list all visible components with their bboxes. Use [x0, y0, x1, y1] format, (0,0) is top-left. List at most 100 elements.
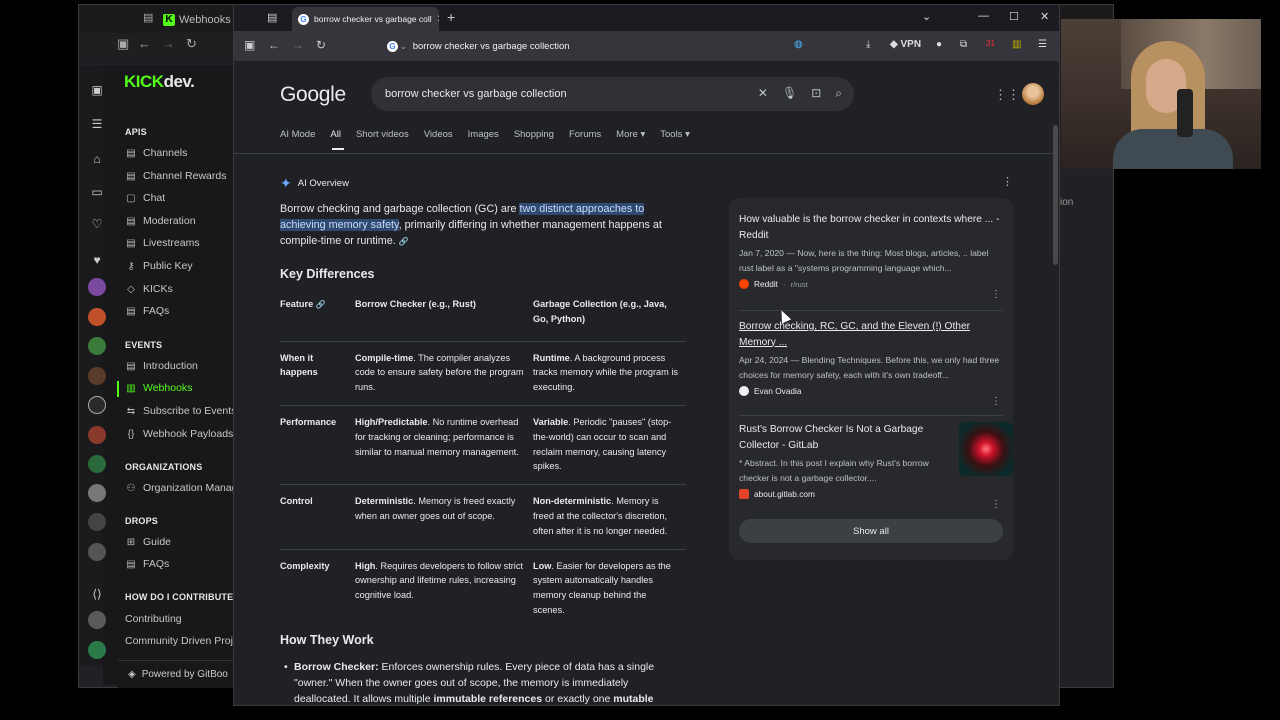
tab-close-icon[interactable]: ✕ [437, 14, 439, 25]
avatar[interactable] [88, 337, 106, 355]
sidebar-item-moderation[interactable]: ▤ Moderation [125, 215, 195, 227]
source-title[interactable]: Borrow checking, RC, GC, and the Eleven … [739, 319, 1005, 350]
translate-globe-icon[interactable]: ◍ [794, 39, 803, 50]
sidebar-item-livestreams[interactable]: ▤ Livestreams [125, 237, 199, 249]
address-bar[interactable]: G ⌄ borrow checker vs garbage collection [387, 36, 807, 56]
tabs-overview-icon[interactable]: ▤ [267, 11, 277, 24]
bg-back-icon[interactable]: ← [138, 36, 151, 51]
tab-all[interactable]: All [330, 129, 341, 140]
tab-images[interactable]: Images [468, 129, 499, 140]
tab-more[interactable]: More ▾ [616, 129, 645, 140]
strip-sidebar-icon[interactable]: ▣ [90, 83, 104, 97]
vpn-button[interactable]: ◆ VPN [890, 39, 921, 50]
bg-tabs-icon[interactable]: ▤ [143, 11, 153, 24]
source-menu-icon[interactable]: ⋮ [991, 499, 1001, 510]
source-card-gitlab[interactable]: Rust's Borrow Checker Is Not a Garbage C… [739, 422, 1013, 510]
close-window-icon[interactable]: ✕ [1040, 10, 1049, 23]
tab-shopping[interactable]: Shopping [514, 129, 554, 140]
avatar[interactable] [88, 641, 106, 659]
sidebar-item-channels[interactable]: ▤ Channels [125, 147, 187, 159]
avatar[interactable] [88, 513, 106, 531]
sidebar-item-public-key[interactable]: ⚷ Public Key [125, 260, 192, 272]
extensions-puzzle-icon[interactable]: ⧉ [960, 39, 967, 50]
strip-code-icon[interactable]: ⟨⟩ [90, 587, 104, 601]
avatar[interactable] [88, 396, 106, 414]
kick-dev-logo[interactable]: KICKdev. [124, 72, 195, 92]
bg-reload-icon[interactable]: ↻ [186, 36, 197, 52]
strip-home-icon[interactable]: ⌂ [90, 152, 104, 166]
avatar[interactable] [88, 484, 106, 502]
sidebar-item-faqs[interactable]: ▤ FAQs [125, 305, 169, 317]
tab-short-videos[interactable]: Short videos [356, 129, 409, 140]
sidebar-item-organization-management[interactable]: ⚇ Organization Manag [125, 482, 238, 494]
avatar[interactable] [88, 611, 106, 629]
avatar[interactable] [88, 543, 106, 561]
bg-sidebar-toggle-icon[interactable]: ▣ [117, 36, 129, 52]
source-card-reddit[interactable]: How valuable is the borrow checker in co… [739, 212, 1005, 300]
sidebar-item-webhooks[interactable]: ▥ Webhooks [125, 382, 192, 394]
sidebar-toggle-icon[interactable]: ▣ [244, 38, 255, 52]
avatar[interactable] [88, 308, 106, 326]
microphone-icon[interactable]: 🎙 [782, 86, 797, 101]
powered-by-gitbook[interactable]: ◈ Powered by GitBoo [118, 660, 234, 688]
intro-icon: ▤ [126, 360, 136, 372]
avatar[interactable] [88, 278, 106, 296]
sidebar-item-guide[interactable]: ⊞ Guide [125, 536, 171, 548]
tab-google-search[interactable]: G borrow checker vs garbage coll ✕ [292, 7, 439, 31]
sidebar-item-community-projects[interactable]: Community Driven Proje [125, 635, 239, 647]
back-icon[interactable]: ← [268, 38, 280, 52]
maximize-icon[interactable]: ☐ [1009, 10, 1019, 23]
strip-menu-icon[interactable]: ☰ [90, 117, 104, 131]
strip-heart-icon[interactable]: ♡ [90, 217, 104, 231]
tab-forums[interactable]: Forums [569, 129, 601, 140]
source-menu-icon[interactable]: ⋮ [991, 396, 1001, 407]
table-cell: When it happens [280, 341, 355, 406]
google-logo[interactable]: Google [280, 83, 346, 107]
new-tab-icon[interactable]: + [447, 9, 455, 25]
tab-tools[interactable]: Tools ▾ [660, 129, 690, 140]
chat-icon: ▢ [126, 192, 136, 204]
sidebar-item-kicks[interactable]: ◇ KICKs [125, 283, 173, 295]
source-thumbnail[interactable] [959, 422, 1013, 476]
reload-icon[interactable]: ↻ [316, 38, 326, 52]
link-icon[interactable]: 🔗 [399, 237, 409, 246]
strip-video-icon[interactable]: ▭ [90, 185, 104, 199]
account-avatar[interactable] [1022, 83, 1044, 105]
sidebar-item-contributing[interactable]: Contributing [125, 613, 182, 625]
source-meta: Evan Ovadia [739, 386, 1005, 396]
sidebar-item-introduction[interactable]: ▤ Introduction [125, 360, 198, 372]
browser-menu-icon[interactable]: ☰ [1038, 39, 1047, 50]
source-title[interactable]: Rust's Borrow Checker Is Not a Garbage C… [739, 422, 944, 453]
link-icon[interactable]: 🔗 [316, 300, 326, 309]
scrollbar[interactable] [1053, 125, 1058, 265]
sidebar-item-chat[interactable]: ▢ Chat [125, 192, 165, 204]
more-options-icon[interactable]: ⋮ [1002, 175, 1013, 188]
search-engine-chip[interactable]: G ⌄ [387, 40, 407, 52]
search-input[interactable]: borrow checker vs garbage collection ✕ 🎙… [371, 77, 854, 111]
sidebar-item-drops-faqs[interactable]: ▤ FAQs [125, 558, 169, 570]
extension-bars-icon[interactable]: ▥ [1012, 39, 1021, 50]
source-card-evan-ovadia[interactable]: Borrow checking, RC, GC, and the Eleven … [739, 319, 1005, 407]
forward-icon[interactable]: → [292, 38, 304, 52]
sidebar-item-webhook-payloads[interactable]: {} Webhook Payloads [125, 428, 234, 440]
tab-videos[interactable]: Videos [424, 129, 453, 140]
search-icon[interactable]: ⌕ [835, 86, 842, 101]
tab-ai-mode[interactable]: AI Mode [280, 129, 315, 140]
notification-badge[interactable]: 31 [986, 39, 995, 48]
clear-search-icon[interactable]: ✕ [758, 86, 768, 101]
sidebar-item-subscribe-to-events[interactable]: ⇆ Subscribe to Events [125, 405, 237, 417]
avatar[interactable] [88, 455, 106, 473]
lens-camera-icon[interactable]: ⊡ [811, 86, 821, 101]
show-all-button[interactable]: Show all [739, 519, 1003, 543]
minimize-icon[interactable]: — [978, 10, 989, 22]
download-icon[interactable]: ⤓ [866, 39, 870, 50]
source-menu-icon[interactable]: ⋮ [991, 289, 1001, 300]
strip-heart-filled-icon[interactable]: ♥ [90, 253, 104, 267]
avatar[interactable] [88, 426, 106, 444]
extension-d-icon[interactable]: ● [936, 39, 942, 50]
bg-forward-icon[interactable]: → [162, 36, 175, 51]
source-title[interactable]: How valuable is the borrow checker in co… [739, 212, 1005, 243]
avatar[interactable] [88, 367, 106, 385]
sidebar-item-channel-rewards[interactable]: ▤ Channel Rewards [125, 170, 226, 182]
tab-search-chevron-icon[interactable]: ⌄ [922, 10, 931, 23]
